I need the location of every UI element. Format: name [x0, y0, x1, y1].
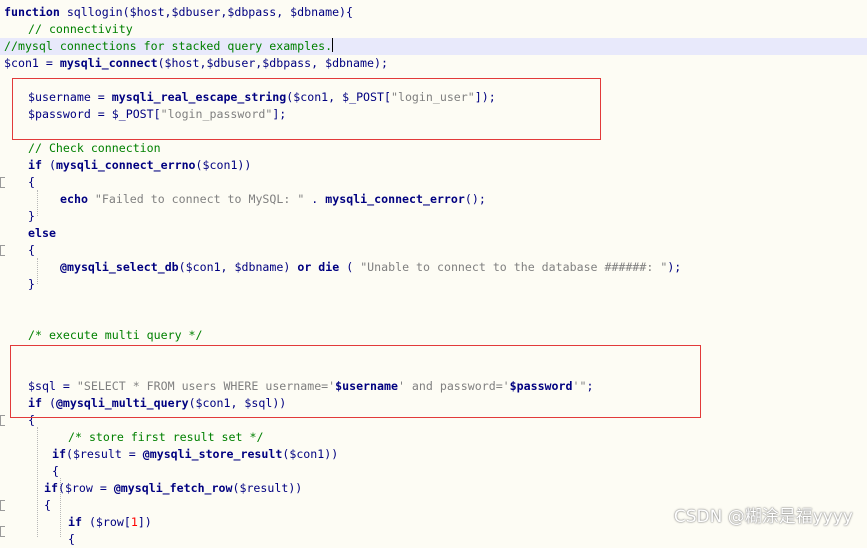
fold-guide: [37, 190, 38, 216]
code-line[interactable]: $con1 = mysqli_connect($host,$dbuser,$db…: [4, 55, 388, 72]
code-line[interactable]: /* execute multi query */: [28, 327, 203, 344]
fold-guide: [37, 427, 38, 537]
code-line[interactable]: if($row = @mysqli_fetch_row($result)): [44, 480, 302, 497]
code-line[interactable]: {: [28, 242, 35, 259]
code-line[interactable]: if($result = @mysqli_store_result($con1)…: [52, 446, 338, 463]
fold-marker-icon[interactable]: [0, 415, 5, 426]
code-line[interactable]: }: [28, 276, 35, 293]
code-line[interactable]: {: [28, 174, 35, 191]
code-line[interactable]: @mysqli_select_db($con1, $dbname) or die…: [60, 259, 681, 276]
code-line-current[interactable]: //mysql connections for stacked query ex…: [0, 38, 867, 55]
code-line[interactable]: echo "Failed to connect to MySQL: " . my…: [60, 191, 486, 208]
fold-marker-icon[interactable]: [0, 177, 5, 188]
text-caret: [332, 38, 334, 52]
code-line[interactable]: // connectivity: [28, 21, 133, 38]
watermark: CSDN @糊涂是福yyyy: [673, 507, 853, 527]
code-line[interactable]: if ($row[1]): [68, 514, 152, 531]
fold-guide: [37, 258, 38, 284]
code-line[interactable]: function sqllogin($host,$dbuser,$dbpass,…: [4, 4, 353, 21]
code-line[interactable]: {: [52, 463, 59, 480]
highlight-box-escape: [12, 78, 601, 140]
code-line[interactable]: // Check connection: [28, 140, 161, 157]
code-line[interactable]: {: [68, 531, 75, 548]
fold-marker-icon[interactable]: [0, 500, 5, 511]
fold-marker-icon[interactable]: [0, 526, 5, 537]
code-line[interactable]: {: [44, 497, 51, 514]
code-line[interactable]: }: [28, 208, 35, 225]
code-line[interactable]: else: [28, 225, 56, 242]
highlight-box-multi-query: [10, 345, 701, 418]
code-line[interactable]: if (mysqli_connect_errno($con1)): [28, 157, 251, 174]
code-line[interactable]: /* store first result set */: [68, 429, 263, 446]
code-editor[interactable]: function sqllogin($host,$dbuser,$dbpass,…: [0, 0, 867, 546]
fold-marker-icon[interactable]: [0, 245, 5, 256]
